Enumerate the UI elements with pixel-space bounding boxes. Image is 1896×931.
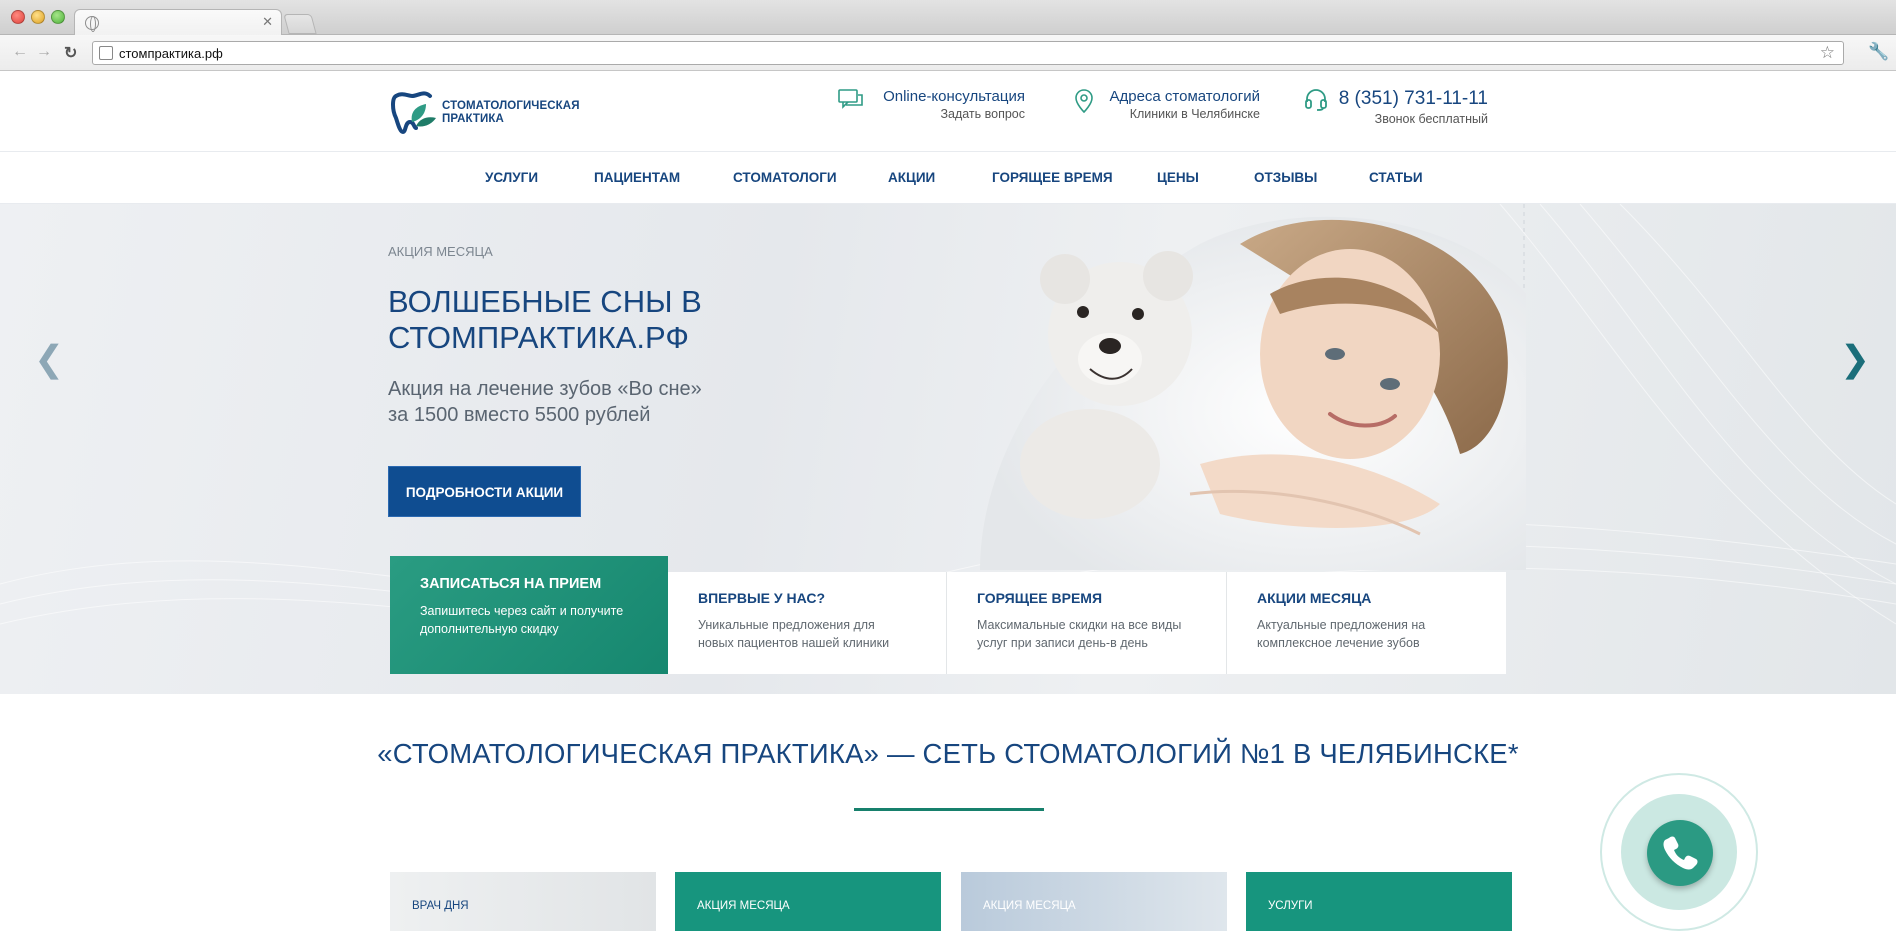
card-description: Актуальные предложения на комплексное ле… — [1257, 616, 1476, 652]
card-monthly-promotions[interactable]: АКЦИИ МЕСЯЦА Актуальные предложения на к… — [1227, 572, 1506, 674]
site-header: СТОМАТОЛОГИЧЕСКАЯ ПРАКТИКА Online-консул… — [0, 72, 1896, 151]
tile-label: АКЦИЯ МЕСЯЦА — [983, 900, 1076, 912]
forward-arrow-icon[interactable]: → — [36, 43, 52, 61]
url-text: стомпрактика.рф — [119, 46, 223, 61]
card-title: АКЦИИ МЕСЯЦА — [1257, 590, 1372, 606]
slider-prev-arrow-icon[interactable]: ❮ — [34, 338, 64, 380]
card-description-line-1: Актуальные предложения на — [1257, 618, 1426, 632]
close-window-icon[interactable] — [11, 10, 25, 24]
promo-details-button[interactable]: ПОДРОБНОСТИ АКЦИИ — [388, 466, 581, 517]
nav-item-prices[interactable]: ЦЕНЫ — [1157, 170, 1199, 185]
nav-item-patients[interactable]: ПАЦИЕНТАМ — [594, 170, 680, 185]
card-description-line-2: новых пациентов нашей клиники — [698, 636, 890, 650]
nav-item-services[interactable]: УСЛУГИ — [485, 170, 538, 185]
clinic-addresses-link[interactable]: Адреса стоматологий Клиники в Челябинске — [1109, 88, 1260, 121]
callback-widget[interactable] — [1600, 773, 1758, 931]
globe-icon — [85, 16, 99, 32]
nav-item-dentists[interactable]: СТОМАТОЛОГИ — [733, 170, 837, 185]
main-nav: УСЛУГИ ПАЦИЕНТАМ СТОМАТОЛОГИ АКЦИИ ГОРЯЩ… — [0, 151, 1896, 204]
slide-text: Акция на лечение зубов «Во сне» за 1500 … — [388, 376, 768, 428]
card-description: Уникальные предложения для новых пациент… — [698, 616, 916, 652]
zoom-window-icon[interactable] — [51, 10, 65, 24]
online-consultation-link[interactable]: Online-консультация Задать вопрос — [883, 88, 1025, 121]
new-tab-button[interactable] — [283, 14, 317, 34]
page-icon — [99, 46, 113, 60]
tile-services[interactable]: УСЛУГИ — [1246, 872, 1512, 931]
feature-cards: ЗАПИСАТЬСЯ НА ПРИЕМ Запишитесь через сай… — [390, 556, 1506, 674]
slide-text-line-2: за 1500 вместо 5500 рублей — [388, 404, 651, 426]
logo-line-2: ПРАКТИКА — [442, 113, 504, 125]
tile-label: ВРАЧ ДНЯ — [412, 900, 469, 912]
phone-link[interactable]: 8 (351) 731-11-11 Звонок бесплатный — [1339, 88, 1488, 126]
slide-text-line-1: Акция на лечение зубов «Во сне» — [388, 378, 702, 400]
card-description: Запишитесь через сайт и получите дополни… — [420, 602, 638, 638]
nav-item-hot-time[interactable]: ГОРЯЩЕЕ ВРЕМЯ — [992, 170, 1113, 185]
slide-title: ВОЛШЕБНЫЕ СНЫ В СТОМПРАКТИКА.РФ — [388, 284, 808, 356]
tile-label: УСЛУГИ — [1268, 900, 1313, 912]
nav-item-reviews[interactable]: ОТЗЫВЫ — [1254, 170, 1317, 185]
callback-button[interactable] — [1647, 820, 1713, 886]
site-logo[interactable]: СТОМАТОЛОГИЧЕСКАЯ ПРАКТИКА — [390, 88, 590, 136]
slider-next-arrow-icon[interactable]: ❯ — [1840, 338, 1870, 380]
minimize-window-icon[interactable] — [31, 10, 45, 24]
card-description-line-2: услуг при записи день-в день — [977, 636, 1148, 650]
reload-icon[interactable]: ↻ — [64, 43, 77, 63]
browser-titlebar: ✕ — [0, 0, 1896, 36]
card-book-appointment[interactable]: ЗАПИСАТЬСЯ НА ПРИЕМ Запишитесь через сай… — [390, 556, 668, 674]
card-description-line-2: дополнительную скидку — [420, 622, 559, 636]
tile-label: АКЦИЯ МЕСЯЦА — [697, 900, 790, 912]
hero-slider: АКЦИЯ МЕСЯЦА ВОЛШЕБНЫЕ СНЫ В СТОМПРАКТИК… — [0, 204, 1896, 694]
online-consultation-title: Online-консультация — [883, 88, 1025, 105]
section-headline: «СТОМАТОЛОГИЧЕСКАЯ ПРАКТИКА» — СЕТЬ СТОМ… — [377, 738, 1519, 769]
online-consultation-sub: Задать вопрос — [940, 107, 1025, 121]
phone-number: 8 (351) 731-11-11 — [1338, 88, 1488, 109]
card-description-line-1: Уникальные предложения для — [698, 618, 875, 632]
nav-item-articles[interactable]: СТАТЬИ — [1369, 170, 1423, 185]
tile-promo-month-1[interactable]: АКЦИЯ МЕСЯЦА — [675, 872, 941, 931]
back-arrow-icon[interactable]: ← — [12, 43, 28, 61]
slide-title-line-2: СТОМПРАКТИКА.РФ — [388, 320, 689, 355]
slide-label: АКЦИЯ МЕСЯЦА — [388, 244, 493, 259]
address-bar[interactable]: стомпрактика.рф ☆ — [92, 41, 1844, 65]
card-title: ВПЕРВЫЕ У НАС? — [698, 590, 826, 606]
card-first-visit[interactable]: ВПЕРВЫЕ У НАС? Уникальные предложения дл… — [668, 572, 947, 674]
browser-tab[interactable]: ✕ — [74, 9, 282, 36]
wrench-icon[interactable]: 🔧 — [1868, 42, 1889, 62]
clinic-addresses-sub: Клиники в Челябинске — [1129, 107, 1260, 121]
tile-doctor-of-day[interactable]: ВРАЧ ДНЯ — [390, 872, 656, 931]
card-title: ГОРЯЩЕЕ ВРЕМЯ — [977, 590, 1103, 606]
phone-icon — [1663, 836, 1698, 870]
phone-sub: Звонок бесплатный — [1374, 112, 1488, 126]
card-hot-time[interactable]: ГОРЯЩЕЕ ВРЕМЯ Максимальные скидки на все… — [947, 572, 1227, 674]
map-pin-icon — [1075, 89, 1093, 114]
headline-underline — [854, 808, 1044, 811]
card-description-line-1: Максимальные скидки на все виды — [977, 618, 1182, 632]
slide-title-line-1: ВОЛШЕБНЫЕ СНЫ В — [388, 284, 702, 319]
clinic-addresses-title: Адреса стоматологий — [1109, 88, 1260, 105]
tooth-leaf-icon — [391, 91, 436, 135]
bookmark-star-icon[interactable]: ☆ — [1820, 43, 1835, 63]
card-description-line-1: Запишитесь через сайт и получите — [420, 604, 624, 618]
sleeping-girl-with-teddy-bear-image — [980, 216, 1526, 570]
card-title: ЗАПИСАТЬСЯ НА ПРИЕМ — [420, 576, 602, 592]
headset-icon — [1305, 89, 1327, 111]
nav-item-promotions[interactable]: АКЦИИ — [888, 170, 935, 185]
logo-line-1: СТОМАТОЛОГИЧЕСКАЯ — [442, 100, 580, 112]
browser-toolbar: ← → ↻ стомпрактика.рф ☆ 🔧 — [0, 35, 1896, 71]
close-tab-icon[interactable]: ✕ — [262, 14, 273, 30]
card-description-line-2: комплексное лечение зубов — [1257, 636, 1420, 650]
chat-icon — [838, 89, 863, 109]
card-description: Максимальные скидки на все виды услуг пр… — [977, 616, 1196, 652]
tile-promo-month-2[interactable]: АКЦИЯ МЕСЯЦА — [961, 872, 1227, 931]
